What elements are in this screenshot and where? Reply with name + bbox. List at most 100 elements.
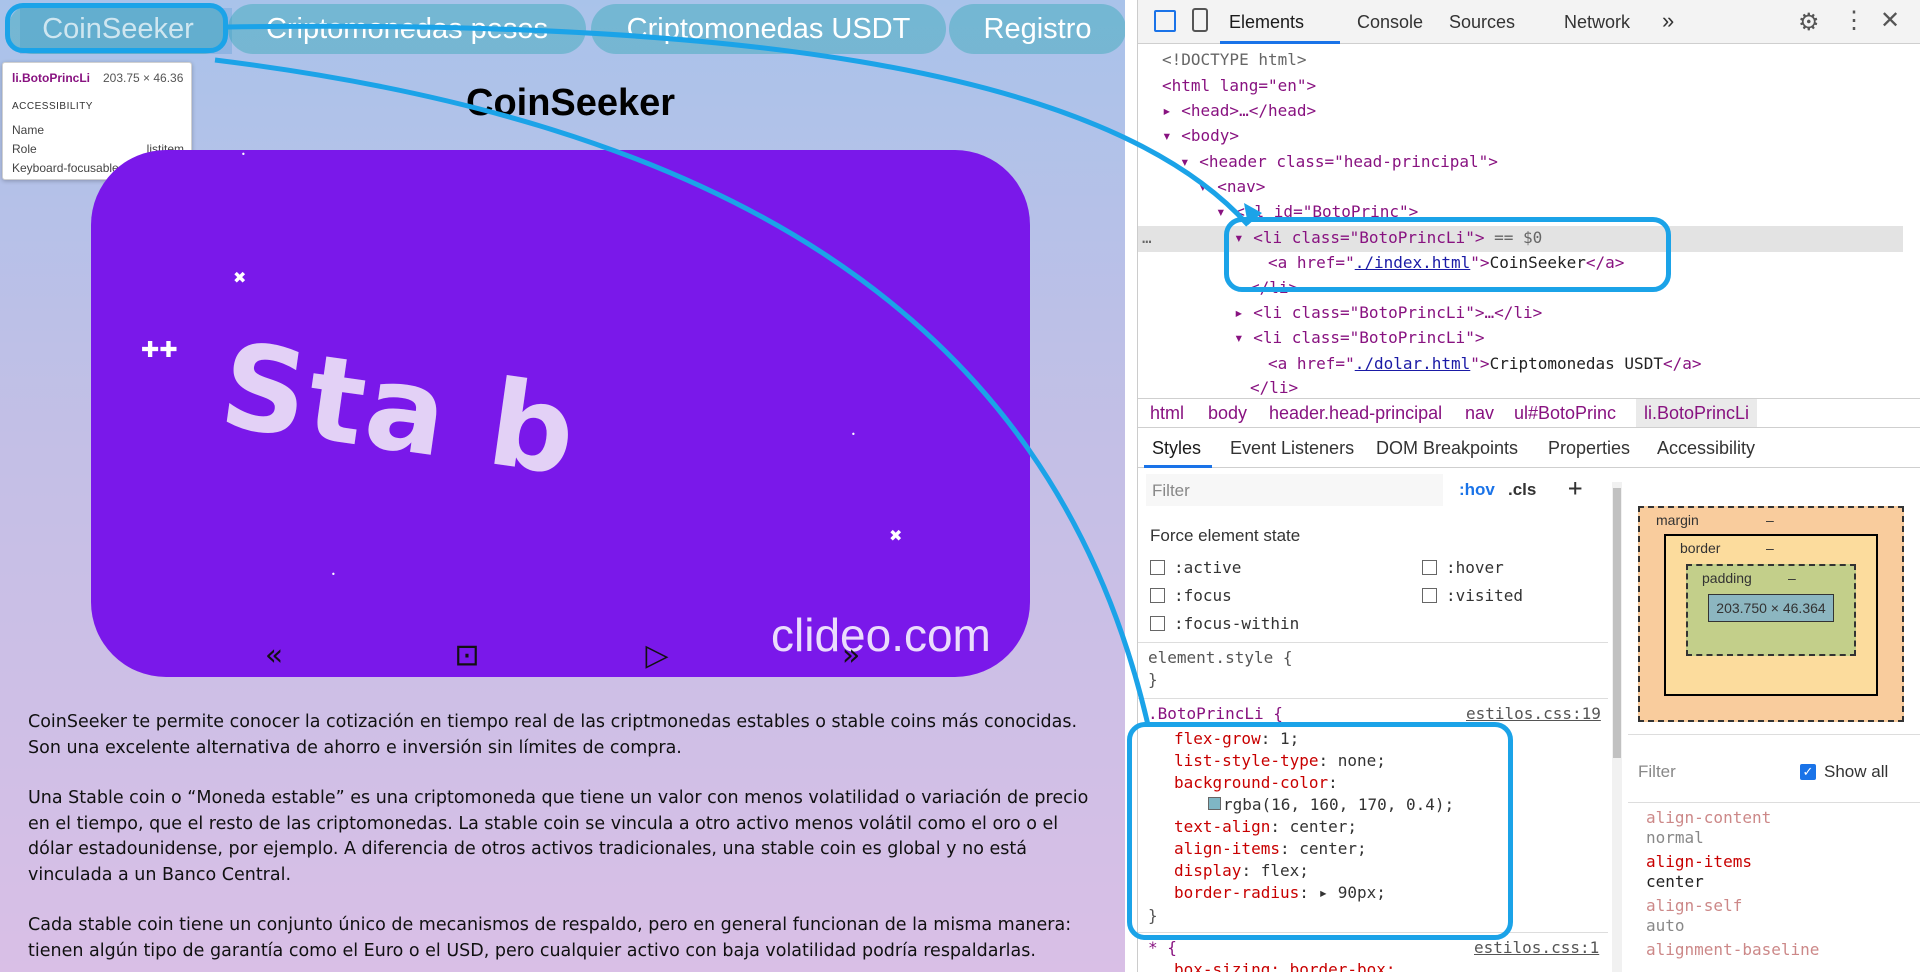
callout-css-rule bbox=[1127, 722, 1513, 940]
video-player[interactable]: ✖ ✚✚ ✖ • • • Sta b clideo.com « ⊡ ▷ » bbox=[91, 150, 1030, 677]
state-label: :active bbox=[1174, 558, 1242, 577]
dom-line[interactable]: ▾ <header class="head-principal"> bbox=[1180, 152, 1498, 171]
page-title: CoinSeeker bbox=[466, 82, 676, 124]
computed-filter-input[interactable]: Filter bbox=[1638, 762, 1676, 782]
gear-icon[interactable]: ⚙ bbox=[1798, 8, 1820, 37]
plus-icon[interactable]: + bbox=[1568, 474, 1582, 502]
computed-list[interactable]: align-content normal align-items center al… bbox=[1646, 808, 1819, 960]
cls-button[interactable]: .cls bbox=[1508, 480, 1536, 500]
checkbox-show-all[interactable]: ✓ bbox=[1800, 764, 1816, 780]
checkbox-focus-within[interactable] bbox=[1150, 616, 1165, 631]
kebab-menu-icon[interactable]: ⋮ bbox=[1842, 6, 1866, 35]
breadcrumb-item[interactable]: nav bbox=[1465, 403, 1494, 424]
dom-line[interactable]: ▸ <head>…</head> bbox=[1162, 101, 1316, 120]
callout-nav-item bbox=[5, 3, 228, 53]
paragraph: CoinSeeker te permite conocer la cotizac… bbox=[28, 712, 1078, 758]
rewind-icon[interactable]: « bbox=[256, 638, 292, 674]
dom-line[interactable]: ▾ <nav> bbox=[1198, 177, 1265, 196]
state-label: :focus-within bbox=[1174, 614, 1300, 633]
rule-source-link[interactable]: estilos.css:1 bbox=[1474, 938, 1599, 957]
star-rule-selector[interactable]: * { bbox=[1148, 938, 1177, 957]
forward-icon[interactable]: » bbox=[833, 638, 869, 674]
watermark: clideo.com bbox=[771, 609, 991, 661]
tooltip-section: ACCESSIBILITY bbox=[12, 101, 93, 112]
breadcrumb-item-current[interactable]: li.BotoPrincLi bbox=[1636, 399, 1758, 427]
dom-line[interactable]: </li> bbox=[1250, 378, 1298, 397]
box-model: margin – border – padding – 203.750 × 46… bbox=[1628, 470, 1920, 972]
devtools-toolbar: Elements Console Sources Network » ⚙ ⋮ ✕ bbox=[1138, 0, 1920, 44]
tab-elements[interactable]: Elements bbox=[1229, 12, 1304, 33]
paragraph: Cada stable coin tiene un conjunto único… bbox=[28, 915, 1072, 961]
breadcrumb-item[interactable]: ul#BotoPrinc bbox=[1514, 403, 1616, 424]
tab-properties[interactable]: Properties bbox=[1548, 438, 1630, 459]
sparkle-icon: • bbox=[241, 150, 246, 159]
dom-line[interactable]: <!DOCTYPE html> bbox=[1162, 50, 1307, 69]
state-label: :visited bbox=[1446, 586, 1524, 605]
star-declaration[interactable]: box-sizing: border-box; bbox=[1174, 960, 1396, 972]
breadcrumb-item[interactable]: header.head-principal bbox=[1269, 403, 1442, 424]
device-toolbar-icon[interactable] bbox=[1192, 8, 1208, 32]
dom-line[interactable]: ▸ <li class="BotoPrincLi">…</li> bbox=[1234, 303, 1542, 322]
hov-button[interactable]: :hov bbox=[1459, 480, 1495, 500]
element-style-rule[interactable]: element.style { bbox=[1148, 648, 1293, 667]
styles-filter-input[interactable]: Filter bbox=[1146, 474, 1443, 506]
tab-network[interactable]: Network bbox=[1564, 12, 1630, 33]
tooltip-row-name: Name bbox=[12, 123, 45, 137]
tab-styles[interactable]: Styles bbox=[1152, 438, 1201, 459]
play-icon[interactable]: ▷ bbox=[639, 638, 675, 674]
checkbox-hover[interactable] bbox=[1422, 560, 1437, 575]
tab-accessibility[interactable]: Accessibility bbox=[1657, 438, 1755, 459]
styles-scrollbar[interactable] bbox=[1612, 482, 1622, 972]
box-padding[interactable]: padding – 203.750 × 46.364 bbox=[1686, 564, 1856, 656]
article-text: CoinSeeker te permite conocer la cotizac… bbox=[28, 710, 1098, 972]
tooltip-size: 203.75 × 46.36 bbox=[103, 71, 184, 85]
nav-item-registro[interactable]: Registro bbox=[949, 4, 1125, 54]
divider bbox=[1628, 734, 1920, 735]
nav-item-criptomonedas-pesos[interactable]: Criptomonedas pesos bbox=[228, 4, 586, 54]
checkbox-active[interactable] bbox=[1150, 560, 1165, 575]
sparkle-icon: • bbox=[331, 570, 336, 579]
tab-dom-breakpoints[interactable]: DOM Breakpoints bbox=[1376, 438, 1518, 459]
rule-close: } bbox=[1148, 670, 1158, 689]
checkbox-focus[interactable] bbox=[1150, 588, 1165, 603]
dom-line[interactable]: ▾ <li class="BotoPrincLi"> bbox=[1234, 328, 1484, 347]
divider bbox=[1138, 698, 1608, 699]
stop-icon[interactable]: ⊡ bbox=[449, 638, 485, 674]
breadcrumb: html body header.head-principal nav ul#B… bbox=[1138, 398, 1920, 428]
dom-line[interactable]: <a href="./dolar.html">Criptomonedas USD… bbox=[1268, 354, 1701, 373]
tab-sources[interactable]: Sources bbox=[1449, 12, 1515, 33]
tab-event-listeners[interactable]: Event Listeners bbox=[1230, 438, 1354, 459]
nav-item-criptomonedas-usdt[interactable]: Criptomonedas USDT bbox=[591, 4, 946, 54]
breadcrumb-item[interactable]: body bbox=[1208, 403, 1247, 424]
tooltip-selector: li.BotoPrincLi bbox=[12, 71, 90, 85]
dom-line[interactable]: ▾ <body> bbox=[1162, 126, 1239, 145]
rule-source-link[interactable]: estilos.css:19 bbox=[1466, 704, 1601, 723]
ellipsis-icon[interactable]: … bbox=[1142, 228, 1152, 247]
state-label: :hover bbox=[1446, 558, 1504, 577]
styles-subtabs: Styles Event Listeners DOM Breakpoints P… bbox=[1138, 430, 1920, 468]
force-state-title: Force element state bbox=[1150, 526, 1301, 545]
show-all-label: Show all bbox=[1824, 762, 1889, 781]
tab-console[interactable]: Console bbox=[1357, 12, 1423, 33]
breadcrumb-item[interactable]: html bbox=[1150, 403, 1184, 424]
sparkle-icon: • bbox=[851, 430, 856, 439]
webpage-viewport: CoinSeeker Criptomonedas pesos Criptomon… bbox=[0, 0, 1125, 972]
sparkle-icon: ✖ bbox=[889, 526, 903, 545]
state-label: :focus bbox=[1174, 586, 1232, 605]
sparkle-icon: ✖ bbox=[233, 268, 247, 287]
paragraph: Una Stable coin o “Moneda estable” es un… bbox=[28, 788, 1089, 885]
sparkle-icon: ✚✚ bbox=[141, 338, 178, 363]
callout-dom-node bbox=[1224, 217, 1671, 292]
dom-line[interactable]: <html lang="en"> bbox=[1162, 76, 1316, 95]
box-content[interactable]: 203.750 × 46.364 bbox=[1708, 594, 1834, 622]
inspect-icon[interactable] bbox=[1154, 10, 1176, 32]
box-margin[interactable]: margin – border – padding – 203.750 × 46… bbox=[1638, 506, 1904, 722]
divider bbox=[1628, 802, 1920, 803]
rule-selector[interactable]: .BotoPrincLi { bbox=[1148, 704, 1283, 723]
more-tabs-icon[interactable]: » bbox=[1662, 8, 1674, 34]
divider bbox=[1138, 642, 1608, 643]
box-border[interactable]: border – padding – 203.750 × 46.364 bbox=[1664, 534, 1878, 696]
active-subtab-indicator bbox=[1144, 465, 1212, 468]
checkbox-visited[interactable] bbox=[1422, 588, 1437, 603]
close-icon[interactable]: ✕ bbox=[1880, 6, 1900, 35]
